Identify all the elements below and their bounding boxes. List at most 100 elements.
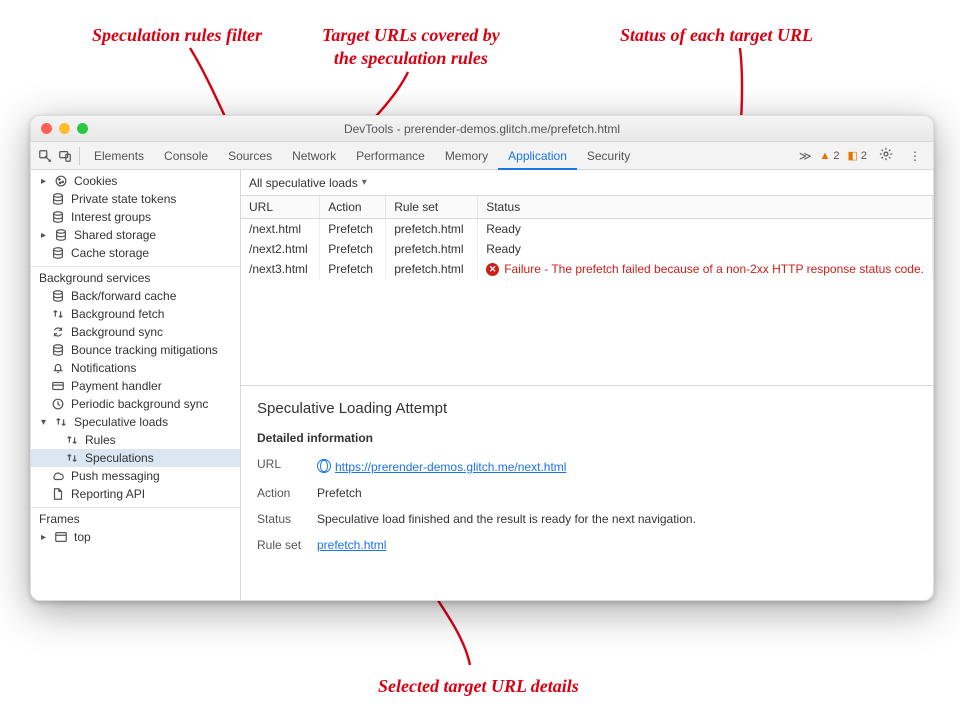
tab-performance[interactable]: Performance (346, 142, 435, 170)
detail-title: Speculative Loading Attempt (257, 400, 917, 417)
cell-action: Prefetch (320, 259, 386, 279)
sidebar-item-private-state-tokens[interactable]: Private state tokens (31, 190, 240, 208)
sidebar-item-shared-storage[interactable]: Shared storage (31, 226, 240, 244)
detail-panel: Speculative Loading Attempt Detailed inf… (241, 386, 933, 578)
toolbar: ElementsConsoleSourcesNetworkPerformance… (31, 142, 933, 170)
cell-ruleset: prefetch.html (386, 239, 478, 259)
device-icon[interactable] (55, 149, 75, 163)
error-icon: ✕ (486, 263, 499, 276)
flags-badge[interactable]: ◧2 (847, 149, 867, 162)
sidebar-item-background-sync[interactable]: Background sync (31, 323, 240, 341)
sidebar-item-label: Payment handler (71, 379, 162, 393)
detail-ruleset-link[interactable]: prefetch.html (317, 538, 386, 552)
window-icon (54, 530, 68, 544)
devtools-window: DevTools - prerender-demos.glitch.me/pre… (30, 115, 934, 601)
db-icon (51, 289, 65, 303)
sidebar-item-reporting-api[interactable]: Reporting API (31, 485, 240, 503)
clock-icon (51, 397, 65, 411)
sidebar-item-label: Private state tokens (71, 192, 176, 206)
filter-bar: All speculative loads▾ (241, 170, 933, 196)
sidebar-item-interest-groups[interactable]: Interest groups (31, 208, 240, 226)
table-row[interactable]: /next3.htmlPrefetchprefetch.html✕Failure… (241, 259, 933, 279)
detail-url-label: URL (257, 457, 317, 474)
annotation-targets: Target URLs covered by the speculation r… (322, 24, 500, 69)
table-row[interactable]: /next.htmlPrefetchprefetch.htmlReady (241, 219, 933, 240)
detail-url-link[interactable]: https://prerender-demos.glitch.me/next.h… (335, 460, 566, 474)
more-tabs-icon[interactable]: ≫ (791, 149, 820, 163)
kebab-icon[interactable]: ⋮ (905, 149, 925, 163)
cell-action: Prefetch (320, 219, 386, 240)
sidebar-item-label: Bounce tracking mitigations (71, 343, 218, 357)
col-status[interactable]: Status (478, 196, 933, 219)
sidebar-item-background-fetch[interactable]: Background fetch (31, 305, 240, 323)
gear-icon[interactable] (875, 147, 897, 164)
sidebar-item-label: Notifications (71, 361, 136, 375)
updown-icon (54, 415, 68, 429)
detail-status-label: Status (257, 512, 317, 526)
tab-elements[interactable]: Elements (84, 142, 154, 170)
sidebar-item-label: Interest groups (71, 210, 151, 224)
file-icon (51, 487, 65, 501)
sidebar-item-notifications[interactable]: Notifications (31, 359, 240, 377)
db-icon (51, 210, 65, 224)
content-area: All speculative loads▾ URLActionRule set… (241, 170, 933, 600)
titlebar: DevTools - prerender-demos.glitch.me/pre… (31, 116, 933, 142)
sync-icon (51, 325, 65, 339)
sidebar-item-speculations[interactable]: Speculations (31, 449, 240, 467)
warnings-badge[interactable]: ▲2 (819, 150, 839, 162)
tab-console[interactable]: Console (154, 142, 218, 170)
cloud-icon (51, 469, 65, 483)
sidebar-item-cache-storage[interactable]: Cache storage (31, 244, 240, 262)
tab-sources[interactable]: Sources (218, 142, 282, 170)
sidebar-item-payment-handler[interactable]: Payment handler (31, 377, 240, 395)
cell-action: Prefetch (320, 239, 386, 259)
annotation-status: Status of each target URL (620, 24, 813, 47)
cell-url: /next.html (241, 219, 320, 240)
sidebar-item-speculative-loads[interactable]: Speculative loads (31, 413, 240, 431)
updown-icon (65, 433, 79, 447)
detail-status-value: Speculative load finished and the result… (317, 512, 917, 526)
speculation-filter-dropdown[interactable]: All speculative loads▾ (249, 176, 367, 190)
cookie-icon (54, 174, 68, 188)
sidebar-item-label: Speculative loads (74, 415, 168, 429)
sidebar-item-label: Push messaging (71, 469, 160, 483)
sidebar-item-bounce-tracking-mitigations[interactable]: Bounce tracking mitigations (31, 341, 240, 359)
tab-network[interactable]: Network (282, 142, 346, 170)
sidebar-item-label: Background sync (71, 325, 163, 339)
sidebar-item-label: Reporting API (71, 487, 145, 501)
updown-icon (51, 307, 65, 321)
col-url[interactable]: URL (241, 196, 320, 219)
col-rule-set[interactable]: Rule set (386, 196, 478, 219)
table-row[interactable]: /next2.htmlPrefetchprefetch.htmlReady (241, 239, 933, 259)
sidebar-item-label: Background fetch (71, 307, 164, 321)
sidebar-item-label: Periodic background sync (71, 397, 208, 411)
cell-url: /next2.html (241, 239, 320, 259)
detail-action-label: Action (257, 486, 317, 500)
cell-ruleset: prefetch.html (386, 259, 478, 279)
sidebar-item-periodic-background-sync[interactable]: Periodic background sync (31, 395, 240, 413)
globe-icon (317, 459, 331, 473)
tab-memory[interactable]: Memory (435, 142, 498, 170)
db-icon (51, 192, 65, 206)
tab-security[interactable]: Security (577, 142, 640, 170)
sidebar-item-push-messaging[interactable]: Push messaging (31, 467, 240, 485)
sidebar-item-label: top (74, 530, 91, 544)
sidebar-item-top[interactable]: top (31, 528, 240, 546)
sidebar-item-rules[interactable]: Rules (31, 431, 240, 449)
detail-section: Detailed information (257, 431, 917, 445)
sidebar-item-label: Cookies (74, 174, 117, 188)
sidebar-item-label: Speculations (85, 451, 154, 465)
col-action[interactable]: Action (320, 196, 386, 219)
tab-application[interactable]: Application (498, 142, 577, 170)
detail-action-value: Prefetch (317, 486, 917, 500)
cell-status: ✕Failure - The prefetch failed because o… (478, 259, 933, 279)
db-icon (51, 246, 65, 260)
card-icon (51, 379, 65, 393)
sidebar-item-back-forward-cache[interactable]: Back/forward cache (31, 287, 240, 305)
inspect-icon[interactable] (35, 149, 55, 163)
detail-ruleset-label: Rule set (257, 538, 317, 552)
sidebar-item-cookies[interactable]: Cookies (31, 172, 240, 190)
sidebar-item-label: Rules (85, 433, 116, 447)
annotation-filter: Speculation rules filter (92, 24, 262, 47)
bell-icon (51, 361, 65, 375)
